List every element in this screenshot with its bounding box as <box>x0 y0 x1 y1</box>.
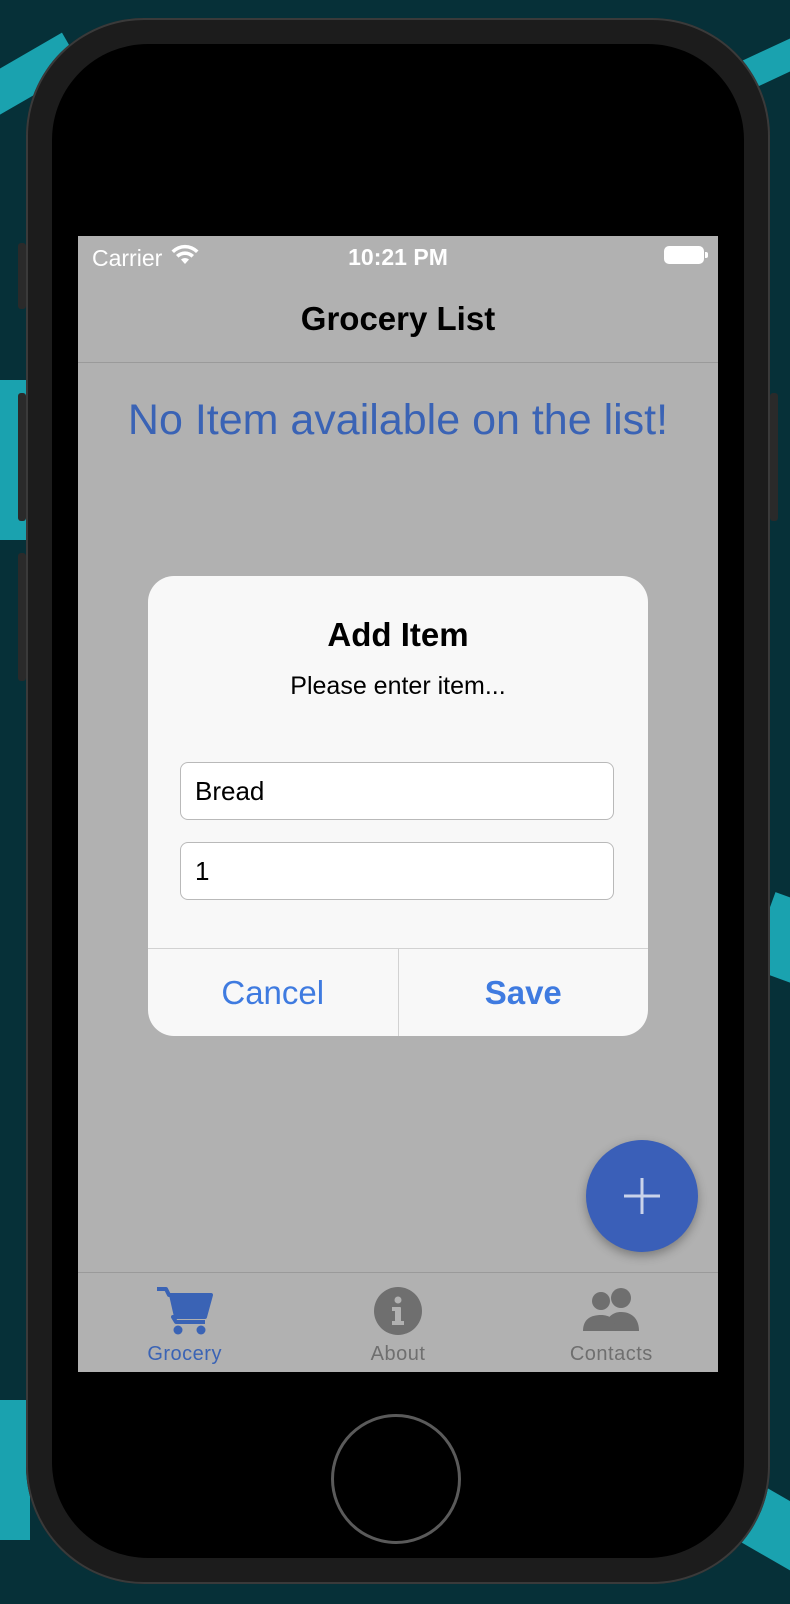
dialog-message: Please enter item... <box>290 672 506 700</box>
add-item-fab[interactable] <box>586 1140 698 1252</box>
navigation-bar: Grocery List <box>78 276 718 363</box>
volume-up-button <box>18 393 26 521</box>
tab-grocery-label: Grocery <box>147 1343 222 1365</box>
plus-icon <box>624 1178 660 1214</box>
home-button[interactable] <box>331 1414 461 1544</box>
tab-about[interactable]: About <box>291 1273 504 1372</box>
app-screen: Carrier 10:21 PM Grocery List No Item av… <box>78 236 718 1372</box>
tab-contacts-label: Contacts <box>569 1343 653 1365</box>
volume-down-button <box>18 553 26 681</box>
cart-icon <box>156 1287 213 1335</box>
item-name-field[interactable] <box>180 762 614 820</box>
tab-about-label: About <box>370 1343 426 1365</box>
dialog-title: Add Item <box>327 616 469 653</box>
tab-grocery[interactable]: Grocery <box>78 1273 291 1372</box>
empty-list-message: No Item available on the list! <box>127 396 669 444</box>
save-button[interactable]: Save <box>397 949 649 1036</box>
cancel-button[interactable]: Cancel <box>148 949 398 1036</box>
tab-contacts[interactable]: Contacts <box>505 1273 718 1372</box>
battery-icon <box>664 246 708 264</box>
people-icon <box>583 1288 640 1331</box>
tab-bar: Grocery About Contacts <box>78 1272 718 1372</box>
power-button <box>770 393 778 521</box>
page-title: Grocery List <box>300 300 496 337</box>
quantity-field[interactable] <box>180 842 614 900</box>
dialog-button-row: Cancel Save <box>148 948 648 1036</box>
status-bar: Carrier 10:21 PM <box>78 236 718 276</box>
add-item-dialog: Add Item Please enter item... Cancel Sav… <box>148 576 648 1036</box>
mute-switch <box>18 243 26 309</box>
status-time: 10:21 PM <box>348 244 448 270</box>
info-icon <box>373 1287 422 1335</box>
